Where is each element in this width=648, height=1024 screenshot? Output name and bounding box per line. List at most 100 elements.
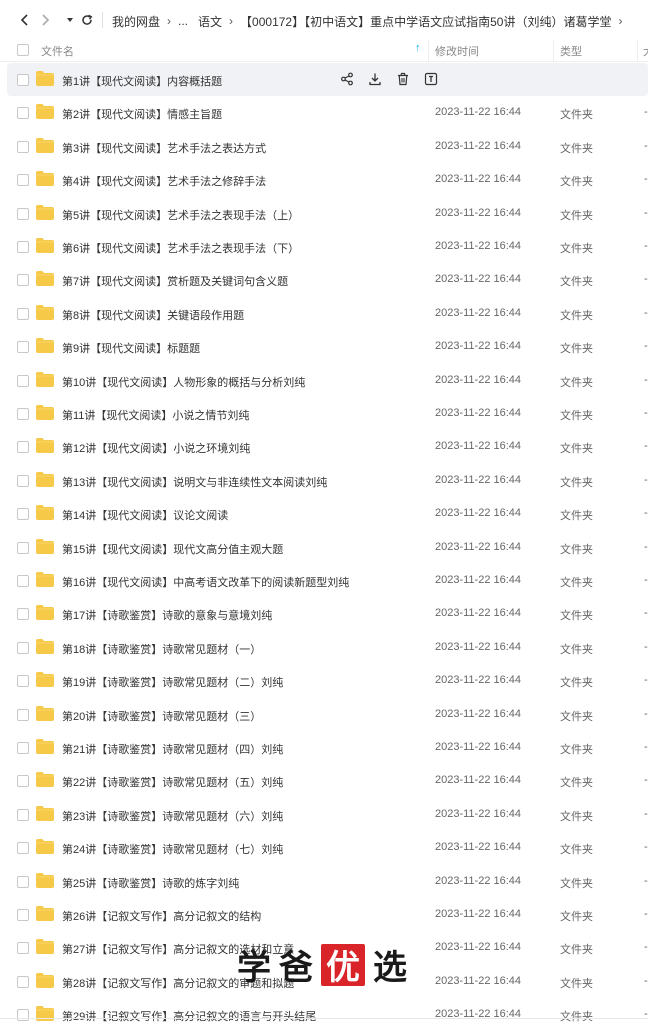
back-icon[interactable]	[16, 11, 34, 29]
file-name[interactable]: 第22讲【诗歌鉴赏】诗歌常见题材（五）刘纯	[62, 774, 283, 790]
row-checkbox[interactable]	[17, 575, 29, 587]
column-type-header[interactable]: 类型	[560, 43, 582, 59]
table-row[interactable]: 第5讲【现代文阅读】艺术手法之表现手法（上） 2023-11-22 16:44 文件…	[7, 197, 648, 230]
delete-icon[interactable]	[395, 71, 411, 87]
row-checkbox[interactable]	[17, 742, 29, 754]
row-checkbox[interactable]	[17, 909, 29, 921]
row-checkbox[interactable]	[17, 541, 29, 554]
file-name[interactable]: 第15讲【现代文阅读】现代文高分值主观大题	[62, 541, 283, 557]
table-row[interactable]: 第12讲【现代文阅读】小说之环境刘纯 2023-11-22 16:44 文件夹 -	[7, 430, 648, 463]
table-row[interactable]: 第18讲【诗歌鉴赏】诗歌常见题材（一） 2023-11-22 16:44 文件夹 -	[7, 631, 648, 664]
column-divider[interactable]	[428, 40, 429, 62]
row-checkbox[interactable]	[17, 441, 29, 454]
rename-icon[interactable]	[423, 71, 439, 87]
table-row[interactable]: 第22讲【诗歌鉴赏】诗歌常见题材（五）刘纯 2023-11-22 16:44 文件夹…	[7, 764, 648, 797]
table-row[interactable]: 第2讲【现代文阅读】情感主旨题 2023-11-22 16:44 文件夹 -	[7, 96, 648, 129]
table-row[interactable]: 第6讲【现代文阅读】艺术手法之表现手法（下） 2023-11-22 16:44 文件…	[7, 230, 648, 263]
file-name[interactable]: 第2讲【现代文阅读】情感主旨题	[62, 106, 222, 122]
row-checkbox[interactable]	[17, 675, 29, 688]
file-name[interactable]: 第4讲【现代文阅读】艺术手法之修辞手法	[62, 173, 266, 189]
table-row[interactable]: 第4讲【现代文阅读】艺术手法之修辞手法 2023-11-22 16:44 文件夹 -	[7, 163, 648, 196]
file-name[interactable]: 第3讲【现代文阅读】艺术手法之表达方式	[62, 140, 266, 156]
table-row[interactable]: 第21讲【诗歌鉴赏】诗歌常见题材（四）刘纯 2023-11-22 16:44 文件夹…	[7, 731, 648, 764]
row-checkbox[interactable]	[17, 641, 29, 654]
file-name[interactable]: 第14讲【现代文阅读】议论文阅读	[62, 507, 228, 523]
table-row[interactable]: 第20讲【诗歌鉴赏】诗歌常见题材（三） 2023-11-22 16:44 文件夹 -	[7, 698, 648, 731]
refresh-icon[interactable]	[78, 11, 96, 29]
row-checkbox[interactable]	[17, 474, 29, 487]
file-name[interactable]: 第6讲【现代文阅读】艺术手法之表现手法（下）	[62, 240, 299, 256]
table-row[interactable]: 第14讲【现代文阅读】议论文阅读 2023-11-22 16:44 文件夹 -	[7, 497, 648, 530]
table-row[interactable]: 第1讲【现代文阅读】内容概括题	[7, 63, 648, 96]
table-row[interactable]: 第19讲【诗歌鉴赏】诗歌常见题材（二）刘纯 2023-11-22 16:44 文件夹…	[7, 664, 648, 697]
row-checkbox[interactable]	[17, 975, 29, 988]
file-name[interactable]: 第5讲【现代文阅读】艺术手法之表现手法（上）	[62, 207, 299, 223]
row-checkbox[interactable]	[17, 74, 29, 86]
forward-icon[interactable]	[36, 11, 54, 29]
file-name[interactable]: 第9讲【现代文阅读】标题题	[62, 340, 200, 356]
file-name[interactable]: 第17讲【诗歌鉴赏】诗歌的意象与意境刘纯	[62, 607, 272, 623]
history-dropdown-icon[interactable]	[61, 11, 79, 29]
row-checkbox[interactable]	[17, 875, 29, 888]
breadcrumb-item-root[interactable]: 我的网盘	[112, 13, 160, 30]
row-checkbox[interactable]	[17, 775, 29, 788]
file-name[interactable]: 第10讲【现代文阅读】人物形象的概括与分析刘纯	[62, 374, 305, 390]
row-checkbox[interactable]	[17, 174, 29, 187]
file-name[interactable]: 第13讲【现代文阅读】说明文与非连续性文本阅读刘纯	[62, 474, 327, 490]
row-checkbox[interactable]	[17, 307, 29, 320]
table-row[interactable]: 第10讲【现代文阅读】人物形象的概括与分析刘纯 2023-11-22 16:44 文…	[7, 364, 648, 397]
column-divider[interactable]	[553, 40, 554, 62]
column-time-header[interactable]: 修改时间	[435, 43, 479, 59]
sort-ascending-icon[interactable]: ↑	[415, 42, 421, 54]
select-all-checkbox[interactable]	[17, 44, 29, 56]
table-row[interactable]: 第3讲【现代文阅读】艺术手法之表达方式 2023-11-22 16:44 文件夹 -	[7, 130, 648, 163]
table-row[interactable]: 第24讲【诗歌鉴赏】诗歌常见题材（七）刘纯 2023-11-22 16:44 文件夹…	[7, 831, 648, 864]
row-checkbox[interactable]	[17, 808, 29, 821]
file-name[interactable]: 第12讲【现代文阅读】小说之环境刘纯	[62, 440, 250, 456]
file-name[interactable]: 第25讲【诗歌鉴赏】诗歌的炼字刘纯	[62, 875, 239, 891]
table-row[interactable]: 第7讲【现代文阅读】赏析题及关键词句含义题 2023-11-22 16:44 文件夹…	[7, 263, 648, 296]
column-name-header[interactable]: 文件名	[41, 43, 74, 59]
table-row[interactable]: 第8讲【现代文阅读】关键语段作用题 2023-11-22 16:44 文件夹 -	[7, 297, 648, 330]
table-row[interactable]: 第25讲【诗歌鉴赏】诗歌的炼字刘纯 2023-11-22 16:44 文件夹 -	[7, 865, 648, 898]
table-row[interactable]: 第9讲【现代文阅读】标题题 2023-11-22 16:44 文件夹 -	[7, 330, 648, 363]
share-icon[interactable]	[339, 71, 355, 87]
table-row[interactable]: 第26讲【记叙文写作】高分记叙文的结构 2023-11-22 16:44 文件夹 -	[7, 898, 648, 931]
row-checkbox[interactable]	[17, 1009, 29, 1022]
file-name[interactable]: 第23讲【诗歌鉴赏】诗歌常见题材（六）刘纯	[62, 808, 283, 824]
file-name[interactable]: 第26讲【记叙文写作】高分记叙文的结构	[62, 908, 261, 924]
file-name[interactable]: 第20讲【诗歌鉴赏】诗歌常见题材（三）	[62, 708, 261, 724]
breadcrumb-item-ellipsis[interactable]: ...	[178, 14, 188, 28]
row-checkbox[interactable]	[17, 241, 29, 253]
row-checkbox[interactable]	[17, 842, 29, 855]
row-checkbox[interactable]	[17, 107, 29, 120]
file-name[interactable]: 第24讲【诗歌鉴赏】诗歌常见题材（七）刘纯	[62, 841, 283, 857]
breadcrumb-item-chinese[interactable]: 语文	[198, 13, 222, 30]
table-row[interactable]: 第11讲【现代文阅读】小说之情节刘纯 2023-11-22 16:44 文件夹 -	[7, 397, 648, 430]
file-name[interactable]: 第16讲【现代文阅读】中高考语文改革下的阅读新题型刘纯	[62, 574, 349, 590]
table-row[interactable]: 第29讲【记叙文写作】高分记叙文的语言与开头结尾2023-11-22 16:44…	[7, 998, 648, 1024]
file-name[interactable]: 第18讲【诗歌鉴赏】诗歌常见题材（一）	[62, 641, 261, 657]
column-divider[interactable]	[637, 40, 638, 62]
download-icon[interactable]	[367, 71, 383, 87]
row-checkbox[interactable]	[17, 140, 29, 153]
row-checkbox[interactable]	[17, 608, 29, 621]
breadcrumb-item-current[interactable]: 【000172】【初中语文】重点中学语文应试指南50讲（刘纯）诸葛学堂	[240, 13, 611, 30]
file-name[interactable]: 第8讲【现代文阅读】关键语段作用题	[62, 307, 244, 323]
row-checkbox[interactable]	[17, 207, 29, 220]
file-name[interactable]: 第21讲【诗歌鉴赏】诗歌常见题材（四）刘纯	[62, 741, 283, 757]
row-checkbox[interactable]	[17, 274, 29, 287]
row-checkbox[interactable]	[17, 708, 29, 721]
table-row[interactable]: 第17讲【诗歌鉴赏】诗歌的意象与意境刘纯 2023-11-22 16:44 文件夹 -	[7, 597, 648, 630]
table-row[interactable]: 第23讲【诗歌鉴赏】诗歌常见题材（六）刘纯 2023-11-22 16:44 文件夹…	[7, 798, 648, 831]
file-name[interactable]: 第1讲【现代文阅读】内容概括题	[62, 73, 222, 89]
row-checkbox[interactable]	[17, 508, 29, 521]
row-checkbox[interactable]	[17, 341, 29, 354]
table-row[interactable]: 第16讲【现代文阅读】中高考语文改革下的阅读新题型刘纯 2023-11-22 16…	[7, 564, 648, 597]
table-row[interactable]: 第15讲【现代文阅读】现代文高分值主观大题 2023-11-22 16:44 文件夹…	[7, 531, 648, 564]
column-size-header[interactable]: 大	[643, 43, 648, 59]
row-checkbox[interactable]	[17, 374, 29, 387]
file-name[interactable]: 第19讲【诗歌鉴赏】诗歌常见题材（二）刘纯	[62, 674, 283, 690]
row-checkbox[interactable]	[17, 942, 29, 955]
file-name[interactable]: 第7讲【现代文阅读】赏析题及关键词句含义题	[62, 273, 288, 289]
